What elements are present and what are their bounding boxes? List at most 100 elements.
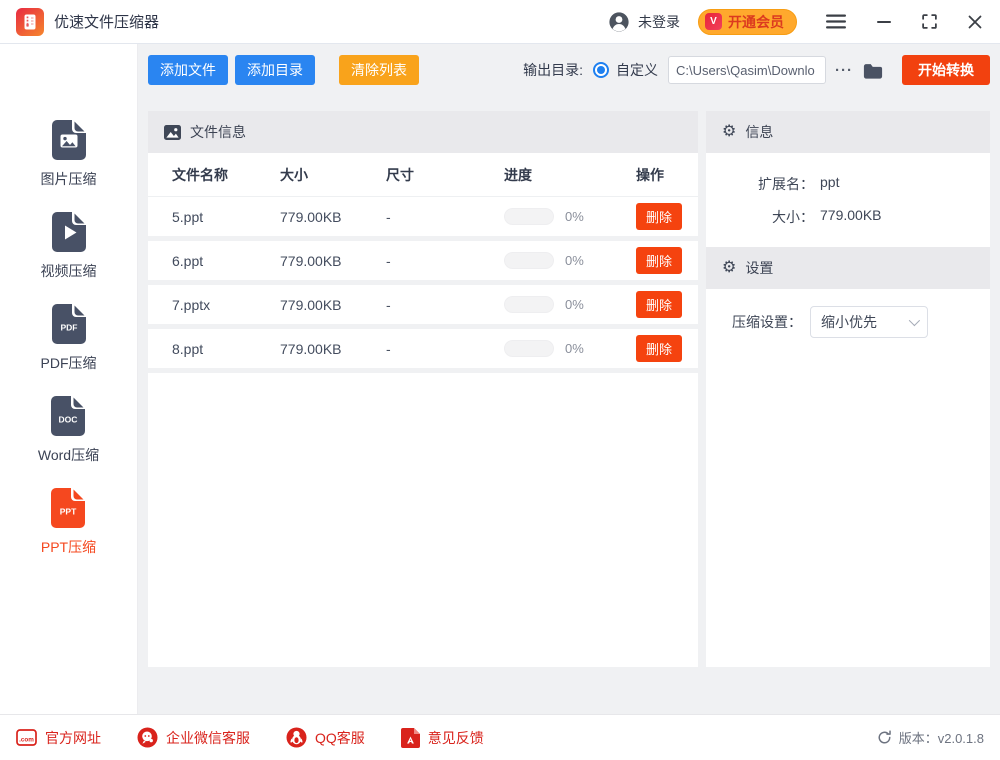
file-size: 779.00KB: [280, 297, 386, 313]
sidebar-item-pdf[interactable]: PDF PDF压缩: [41, 304, 97, 373]
sidebar-item-video[interactable]: 视频压缩: [41, 212, 97, 281]
footer-link-website[interactable]: .com官方网址: [16, 728, 101, 748]
table-row[interactable]: 5.ppt 779.00KB - 0% 删除: [148, 197, 698, 241]
info-panel-title: 信息: [745, 122, 773, 142]
file-dimension: -: [386, 341, 504, 357]
sidebar-item-image[interactable]: 图片压缩: [41, 120, 97, 189]
file-dimension: -: [386, 209, 504, 225]
compress-setting-label: 压缩设置：: [732, 312, 802, 332]
image-file-icon: [52, 120, 86, 160]
titlebar: 优速文件压缩器 未登录 V 开通会员: [0, 0, 1000, 44]
file-list-panel: 文件信息 文件名称大小尺寸进度操作 5.ppt 779.00KB - 0% 删除…: [148, 111, 698, 667]
website-icon: .com: [16, 729, 37, 746]
progress-text: 0%: [565, 253, 584, 268]
footer-bar: .com官方网址 企业微信客服 QQ客服 意见反馈 版本：v2.0.1.8: [0, 714, 1000, 760]
footer-link-label: 意见反馈: [428, 728, 484, 748]
sidebar-item-ppt[interactable]: PPT PPT压缩: [41, 488, 96, 557]
sidebar-item-label: PPT压缩: [41, 537, 96, 557]
pdf-file-icon: PDF: [52, 304, 86, 344]
progress-cell: 0%: [504, 208, 636, 225]
app-logo-icon: [16, 8, 44, 36]
column-header: 操作: [636, 165, 682, 185]
footer-link-label: 企业微信客服: [166, 728, 250, 748]
file-dimension: -: [386, 297, 504, 313]
custom-output-label: 自定义: [616, 60, 658, 80]
browse-more-button[interactable]: ···: [835, 62, 853, 79]
video-file-icon: [52, 212, 86, 252]
version-text: 版本：v2.0.1.8: [899, 728, 984, 747]
start-convert-button[interactable]: 开始转换: [902, 55, 990, 85]
progress-cell: 0%: [504, 252, 636, 269]
open-folder-button[interactable]: [863, 62, 883, 79]
settings-panel-header: ⚙ 设置: [706, 247, 990, 289]
add-directory-button[interactable]: 添加目录: [235, 55, 315, 85]
add-file-button[interactable]: 添加文件: [148, 55, 228, 85]
file-size: 779.00KB: [280, 209, 386, 225]
doc-file-icon: DOC: [51, 396, 85, 436]
info-field-label: 大小：: [724, 207, 814, 227]
file-info-icon: [164, 125, 181, 140]
window-controls: [824, 12, 984, 31]
user-avatar-icon: [608, 11, 630, 33]
delete-button[interactable]: 删除: [636, 291, 682, 318]
svg-text:PPT: PPT: [60, 507, 77, 517]
table-body: 5.ppt 779.00KB - 0% 删除6.ppt 779.00KB - 0…: [148, 197, 698, 373]
footer-link-qq[interactable]: QQ客服: [286, 727, 365, 748]
delete-button[interactable]: 删除: [636, 247, 682, 274]
folder-icon: [863, 62, 883, 79]
output-path-input[interactable]: [668, 56, 826, 84]
sidebar-item-label: 视频压缩: [41, 261, 97, 281]
close-button[interactable]: [966, 13, 984, 31]
maximize-button[interactable]: [920, 12, 939, 31]
progress-cell: 0%: [504, 296, 636, 313]
delete-button[interactable]: 删除: [636, 203, 682, 230]
column-header: 进度: [504, 165, 636, 185]
compress-mode-select[interactable]: 缩小优先: [810, 306, 928, 338]
progress-bar: [504, 296, 554, 313]
sidebar-item-label: PDF压缩: [41, 353, 97, 373]
maximize-icon: [922, 14, 937, 29]
footer-link-wechat[interactable]: 企业微信客服: [137, 727, 250, 748]
open-vip-button[interactable]: V 开通会员: [698, 9, 797, 35]
svg-text:PDF: PDF: [60, 323, 77, 333]
chevron-down-icon: [909, 315, 920, 326]
column-header: 大小: [280, 165, 386, 185]
toolbar: 添加文件 添加目录 清除列表 输出目录: 自定义 ··· 开始转换: [148, 55, 990, 85]
info-field-row: 大小： 779.00KB: [724, 207, 990, 227]
progress-text: 0%: [565, 341, 584, 356]
main-content: 添加文件 添加目录 清除列表 输出目录: 自定义 ··· 开始转换: [138, 44, 1000, 714]
file-size: 779.00KB: [280, 341, 386, 357]
wechat-service-icon: [137, 727, 158, 748]
info-field-row: 扩展名： ppt: [724, 174, 990, 194]
version-info: 版本：v2.0.1.8: [877, 728, 984, 747]
vip-button-label: 开通会员: [728, 12, 784, 32]
settings-panel-title: 设置: [745, 258, 773, 278]
info-field-value: 779.00KB: [820, 207, 882, 227]
menu-button[interactable]: [824, 12, 848, 31]
progress-cell: 0%: [504, 340, 636, 357]
settings-gear-icon: ⚙: [722, 260, 736, 276]
close-icon: [968, 15, 982, 29]
compress-mode-value: 缩小优先: [821, 312, 877, 332]
login-button[interactable]: 未登录: [608, 11, 680, 33]
table-row[interactable]: 7.pptx 779.00KB - 0% 删除: [148, 285, 698, 329]
custom-output-radio[interactable]: [593, 62, 609, 78]
login-status: 未登录: [638, 12, 680, 32]
table-row[interactable]: 8.ppt 779.00KB - 0% 删除: [148, 329, 698, 373]
info-gear-icon: ⚙: [722, 124, 736, 140]
minimize-icon: [877, 20, 891, 24]
output-directory-label: 输出目录:: [523, 60, 583, 80]
progress-bar: [504, 208, 554, 225]
minimize-button[interactable]: [875, 18, 893, 26]
sidebar-item-word[interactable]: DOCWord压缩: [38, 396, 99, 465]
clear-list-button[interactable]: 清除列表: [339, 55, 419, 85]
footer-link-feedback[interactable]: 意见反馈: [401, 728, 484, 748]
vip-icon: V: [705, 13, 722, 30]
table-row[interactable]: 6.ppt 779.00KB - 0% 删除: [148, 241, 698, 285]
file-panel-header: 文件信息: [148, 111, 698, 153]
svg-text:DOC: DOC: [59, 415, 78, 425]
delete-button[interactable]: 删除: [636, 335, 682, 362]
info-field-label: 扩展名：: [724, 174, 814, 194]
column-header: 尺寸: [386, 165, 504, 185]
file-dimension: -: [386, 253, 504, 269]
